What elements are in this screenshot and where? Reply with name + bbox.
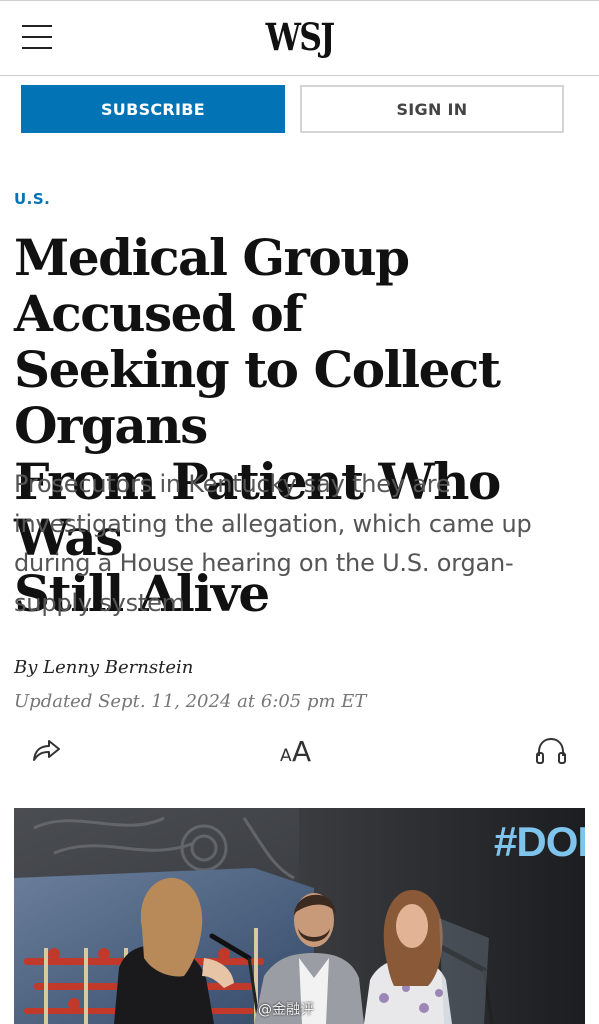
author-byline[interactable]: By Lenny Bernstein xyxy=(14,657,193,678)
article-dek: Prosecutors in Kentucky say they are inv… xyxy=(14,465,574,623)
dek-line: investigating the allegation, which came… xyxy=(14,509,532,538)
watermark-text: @金融评 xyxy=(258,1002,314,1018)
sign-in-button[interactable]: SIGN IN xyxy=(300,85,564,133)
subscribe-button[interactable]: SUBSCRIBE xyxy=(21,85,285,133)
headline-line: Seeking to Collect Organs xyxy=(14,340,501,455)
share-icon[interactable] xyxy=(30,736,64,764)
wsj-logo[interactable]: WSJ xyxy=(45,15,554,59)
headline-line: Medical Group Accused of xyxy=(14,228,410,343)
headphones-icon[interactable] xyxy=(534,736,568,766)
dek-line: supply system xyxy=(14,588,185,617)
text-size-small-glyph: A xyxy=(280,746,292,766)
section-label[interactable]: U.S. xyxy=(14,190,50,208)
lead-photo[interactable]: #DON xyxy=(14,808,585,1024)
updated-timestamp: Updated Sept. 11, 2024 at 6:05 pm ET xyxy=(14,691,367,712)
dek-line: during a House hearing on the U.S. organ… xyxy=(14,549,514,577)
screen-hashtag-text: #DON xyxy=(494,818,585,865)
top-bar: WSJ xyxy=(0,0,599,76)
text-size-large-glyph: A xyxy=(292,735,312,768)
text-size-button[interactable]: A A xyxy=(278,732,318,768)
dek-line: Prosecutors in Kentucky say they are xyxy=(14,470,451,498)
